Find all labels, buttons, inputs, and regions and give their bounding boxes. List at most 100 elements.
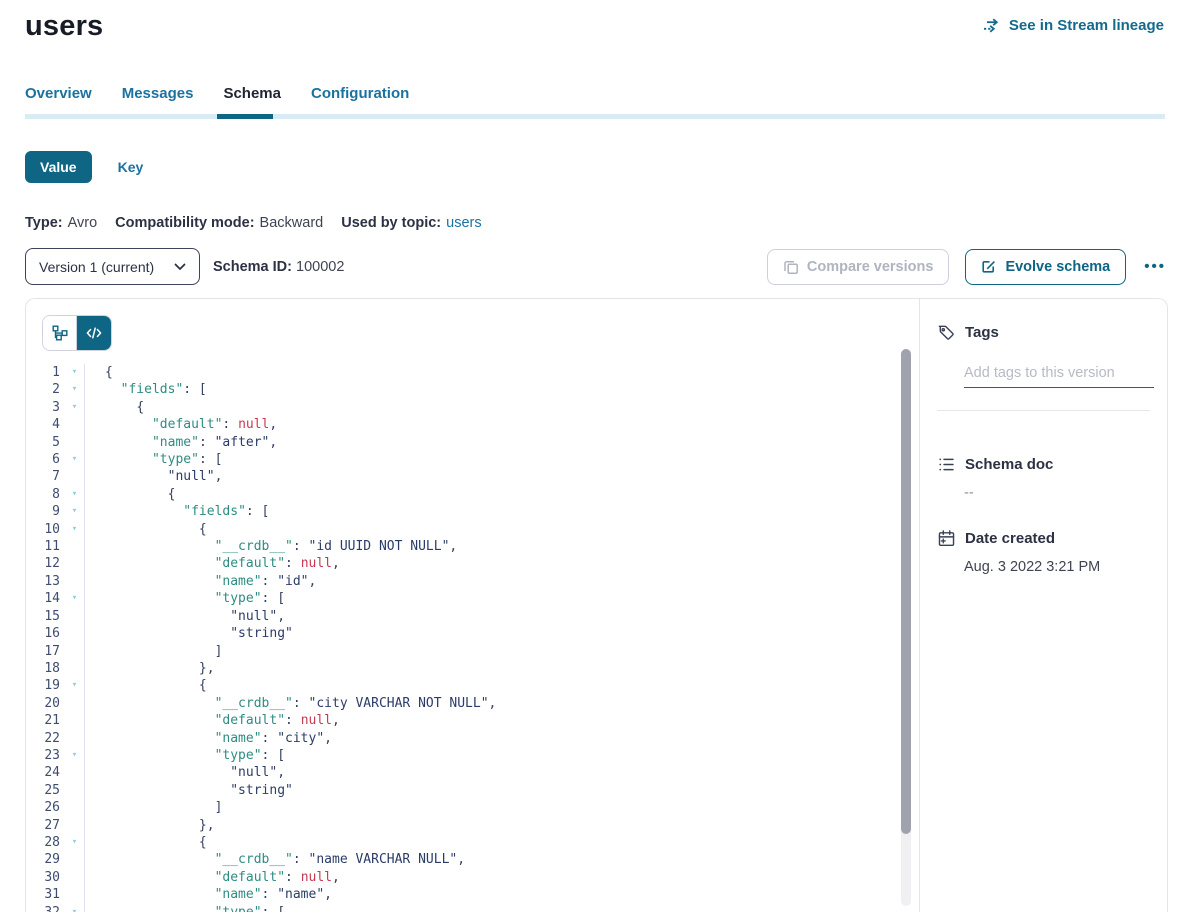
line-number: 22 (26, 730, 65, 747)
line-number: 31 (26, 886, 65, 903)
code-line: 6▾ "type": [ (26, 451, 919, 468)
code-line: 17 ] (26, 643, 919, 660)
line-number: 29 (26, 851, 65, 868)
schema-doc-heading: Schema doc (965, 456, 1053, 473)
fold-arrow-icon[interactable]: ▾ (72, 384, 77, 394)
line-number: 7 (26, 468, 65, 485)
line-number: 1 (26, 364, 65, 381)
vertical-scrollbar[interactable] (901, 349, 911, 834)
fold-arrow-icon[interactable]: ▾ (72, 402, 77, 412)
code-line: 16 "string" (26, 625, 919, 642)
code-line: 7 "null", (26, 468, 919, 485)
page-title: users (25, 10, 103, 43)
code-view-icon (86, 325, 102, 341)
date-created-section: Date created Aug. 3 2022 3:21 PM (937, 529, 1150, 575)
fold-arrow-icon[interactable]: ▾ (72, 907, 77, 912)
code-line: 30 "default": null, (26, 869, 919, 886)
code-line: 23▾ "type": [ (26, 747, 919, 764)
line-number: 16 (26, 625, 65, 642)
schema-sidebar: Tags Schema doc (919, 299, 1167, 912)
add-tags-input[interactable] (964, 363, 1154, 388)
line-number: 19 (26, 677, 65, 694)
compare-versions-button[interactable]: Compare versions (767, 249, 950, 285)
code-line: 13 "name": "id", (26, 573, 919, 590)
line-number: 24 (26, 764, 65, 781)
line-number: 20 (26, 695, 65, 712)
line-number: 4 (26, 416, 65, 433)
edit-icon (981, 259, 997, 275)
code-line: 12 "default": null, (26, 555, 919, 572)
value-key-toggle: Value Key (0, 151, 1189, 183)
code-line: 22 "name": "city", (26, 730, 919, 747)
line-number: 32 (26, 904, 65, 912)
schema-id: Schema ID: 100002 (213, 259, 344, 275)
code-line: 5 "name": "after", (26, 434, 919, 451)
schema-doc-section: Schema doc -- (937, 455, 1150, 501)
code-line: 15 "null", (26, 608, 919, 625)
code-line: 31 "name": "name", (26, 886, 919, 903)
page-header: users See in Stream lineage (0, 0, 1189, 43)
code-line: 18 }, (26, 660, 919, 677)
fold-arrow-icon[interactable]: ▾ (72, 367, 77, 377)
code-line: 9▾ "fields": [ (26, 503, 919, 520)
schema-meta-row: Type: Avro Compatibility mode: Backward … (0, 215, 1189, 231)
code-line: 32▾ "type": [ (26, 904, 919, 912)
line-number: 18 (26, 660, 65, 677)
code-line: 29 "__crdb__": "name VARCHAR NULL", (26, 851, 919, 868)
fold-arrow-icon[interactable]: ▾ (72, 524, 77, 534)
line-number: 23 (26, 747, 65, 764)
code-line: 2▾ "fields": [ (26, 381, 919, 398)
code-line: 24 "null", (26, 764, 919, 781)
value-toggle-button[interactable]: Value (25, 151, 92, 183)
code-line: 25 "string" (26, 782, 919, 799)
sidebar-divider (937, 410, 1150, 411)
line-number: 14 (26, 590, 65, 607)
tab-overview[interactable]: Overview (25, 85, 92, 114)
code-line: 19▾ { (26, 677, 919, 694)
tab-schema[interactable]: Schema (223, 85, 281, 114)
fold-arrow-icon[interactable]: ▾ (72, 750, 77, 760)
line-number: 28 (26, 834, 65, 851)
schema-doc-value: -- (964, 485, 1150, 501)
fold-arrow-icon[interactable]: ▾ (72, 593, 77, 603)
date-created-heading: Date created (965, 530, 1055, 547)
see-in-stream-lineage-link[interactable]: See in Stream lineage (983, 17, 1164, 34)
schema-panel: 1▾{2▾ "fields": [3▾ {4 "default": null,5… (25, 298, 1168, 912)
code-lines: 1▾{2▾ "fields": [3▾ {4 "default": null,5… (26, 364, 919, 912)
code-line: 21 "default": null, (26, 712, 919, 729)
line-number: 12 (26, 555, 65, 572)
tab-configuration[interactable]: Configuration (311, 85, 409, 114)
editor-view-toggle (42, 315, 112, 351)
line-number: 21 (26, 712, 65, 729)
more-actions-button[interactable]: ••• (1142, 254, 1168, 279)
fold-arrow-icon[interactable]: ▾ (72, 680, 77, 690)
scrollbar-track (901, 349, 911, 906)
stream-lineage-icon (983, 18, 1002, 33)
code-line: 27 }, (26, 817, 919, 834)
calendar-plus-icon (937, 529, 956, 548)
schema-type: Type: Avro (25, 215, 97, 231)
fold-arrow-icon[interactable]: ▾ (72, 454, 77, 464)
line-number: 11 (26, 538, 65, 555)
version-select[interactable]: Version 1 (current) (25, 248, 200, 285)
tree-view-button[interactable] (43, 316, 77, 350)
schema-page: users See in Stream lineage Overview Mes… (0, 0, 1189, 916)
topic-link[interactable]: users (446, 215, 481, 231)
fold-arrow-icon[interactable]: ▾ (72, 837, 77, 847)
evolve-schema-button[interactable]: Evolve schema (965, 249, 1126, 285)
line-number: 15 (26, 608, 65, 625)
line-number: 6 (26, 451, 65, 468)
line-number: 17 (26, 643, 65, 660)
tab-bar: Overview Messages Schema Configuration (0, 85, 1189, 114)
fold-arrow-icon[interactable]: ▾ (72, 506, 77, 516)
line-number: 2 (26, 381, 65, 398)
tree-view-icon (52, 325, 68, 341)
code-view-button[interactable] (77, 316, 111, 350)
tab-messages[interactable]: Messages (122, 85, 194, 114)
line-number: 8 (26, 486, 65, 503)
active-tab-indicator (217, 114, 273, 119)
fold-arrow-icon[interactable]: ▾ (72, 489, 77, 499)
date-created-value: Aug. 3 2022 3:21 PM (964, 559, 1150, 575)
key-toggle-button[interactable]: Key (118, 159, 144, 175)
code-line: 10▾ { (26, 521, 919, 538)
